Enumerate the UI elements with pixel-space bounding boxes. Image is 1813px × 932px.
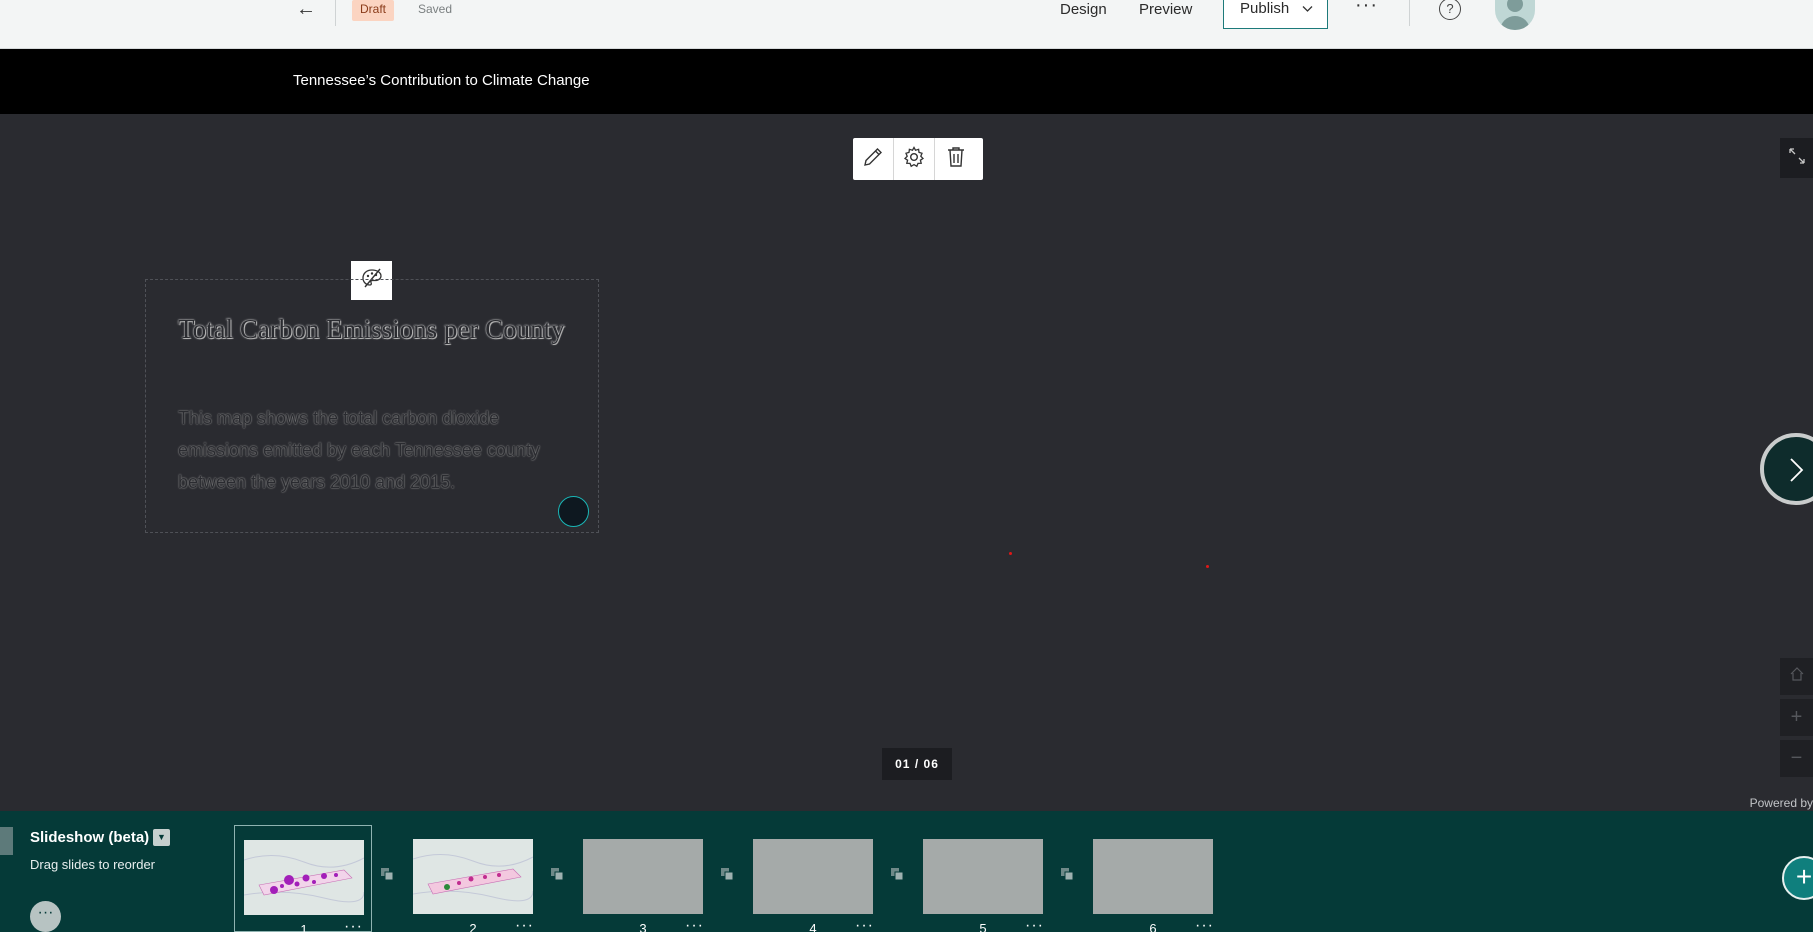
slide-options-button[interactable]: ··· (685, 917, 704, 932)
slide-thumbnail-4[interactable]: 4 ··· (744, 825, 882, 932)
slide-transition-icon[interactable] (890, 867, 904, 881)
slide-preview (753, 839, 873, 914)
panel-body-text[interactable]: This map shows the total carbon dioxide … (178, 402, 578, 498)
home-button[interactable] (1780, 658, 1813, 695)
header-divider (335, 0, 336, 26)
sidecar-text-panel[interactable]: Total Carbon Emissions per County This m… (145, 279, 599, 533)
zoom-out-button[interactable]: − (1780, 740, 1813, 777)
current-slide-number: 01 (895, 757, 911, 771)
slide-preview (583, 839, 703, 914)
slide-options-button[interactable]: ··· (1025, 917, 1044, 932)
minus-icon: − (1790, 747, 1803, 769)
slide-transition-icon[interactable] (380, 867, 394, 881)
settings-button[interactable] (894, 138, 935, 180)
story-title-bar: Tennessee’s Contribution to Climate Chan… (0, 49, 1813, 114)
zoom-in-button[interactable]: + (1780, 699, 1813, 736)
map-controls: + − (1780, 658, 1813, 781)
avatar[interactable] (1495, 0, 1535, 30)
slide-counter: 01 / 06 (882, 748, 952, 780)
map-toolbar (853, 138, 983, 180)
plus-icon: + (1790, 706, 1803, 728)
chevron-down-icon: ▼ (157, 832, 166, 842)
trash-icon (945, 145, 967, 174)
next-slide-button[interactable] (1760, 433, 1813, 505)
fullscreen-button[interactable] (1780, 138, 1813, 178)
draft-badge: Draft (352, 0, 395, 21)
counter-separator: / (914, 757, 920, 771)
total-slide-number: 06 (923, 757, 939, 771)
slide-preview (923, 839, 1043, 914)
publish-button[interactable]: Publish (1223, 0, 1328, 29)
slide-thumbnail-3[interactable]: 3 ··· (574, 825, 712, 932)
delete-button[interactable] (935, 138, 976, 180)
slide-preview (1093, 839, 1213, 914)
slide-stage: Total Carbon Emissions per County This m… (0, 114, 1813, 810)
tray-title: Slideshow (beta) (30, 829, 150, 846)
slide-preview (244, 840, 364, 915)
app-header: ← Draft Saved Design Preview Publish ···… (0, 0, 1813, 49)
slide-thumbnail-5[interactable]: 5 ··· (914, 825, 1052, 932)
publish-label: Publish (1240, 0, 1290, 17)
tray-hint: Drag slides to reorder (30, 857, 155, 872)
powered-by-text[interactable]: Powered by (1743, 796, 1813, 810)
slide-options-button[interactable]: ··· (1195, 917, 1214, 932)
map-point[interactable] (1009, 552, 1012, 555)
slide-thumbnail-6[interactable]: 6 ··· (1084, 825, 1222, 932)
header-divider (1409, 0, 1410, 26)
panel-resize-handle[interactable] (558, 496, 589, 527)
slide-preview (413, 839, 533, 914)
preview-button[interactable]: Preview (1139, 0, 1192, 22)
arrow-left-icon: ← (296, 0, 316, 20)
home-icon (1789, 665, 1805, 687)
tray-dropdown-button[interactable]: ▼ (153, 829, 170, 846)
chevron-down-icon (1302, 1, 1313, 19)
design-button[interactable]: Design (1060, 0, 1107, 22)
slideshow-tray: Slideshow (beta) ▼ Drag slides to reorde… (0, 811, 1813, 932)
slide-thumbnail-1[interactable]: 1 ··· (234, 825, 372, 932)
save-status: Saved (418, 2, 453, 16)
pencil-icon (861, 145, 885, 174)
slide-transition-icon[interactable] (720, 867, 734, 881)
back-button[interactable]: ← (293, 0, 319, 20)
map-point[interactable] (1206, 565, 1209, 568)
gear-icon (902, 145, 926, 174)
slide-options-button[interactable]: ··· (855, 917, 874, 932)
add-slide-button[interactable]: + (1782, 856, 1813, 900)
slide-options-button[interactable]: ··· (344, 918, 363, 932)
edit-button[interactable] (853, 138, 894, 180)
slide-options-button[interactable]: ··· (515, 917, 534, 932)
drag-handle-icon[interactable] (0, 827, 13, 855)
more-options-button[interactable]: ··· (1355, 0, 1378, 17)
story-title[interactable]: Tennessee’s Contribution to Climate Chan… (293, 72, 590, 89)
panel-heading[interactable]: Total Carbon Emissions per County (178, 310, 578, 349)
slide-thumbnail-2[interactable]: 2 ··· (404, 825, 542, 932)
slide-transition-icon[interactable] (1060, 867, 1074, 881)
expand-icon (1788, 147, 1806, 170)
slide-transition-icon[interactable] (550, 867, 564, 881)
help-icon[interactable]: ? (1439, 0, 1461, 20)
tray-options-button[interactable]: ··· (30, 901, 61, 932)
